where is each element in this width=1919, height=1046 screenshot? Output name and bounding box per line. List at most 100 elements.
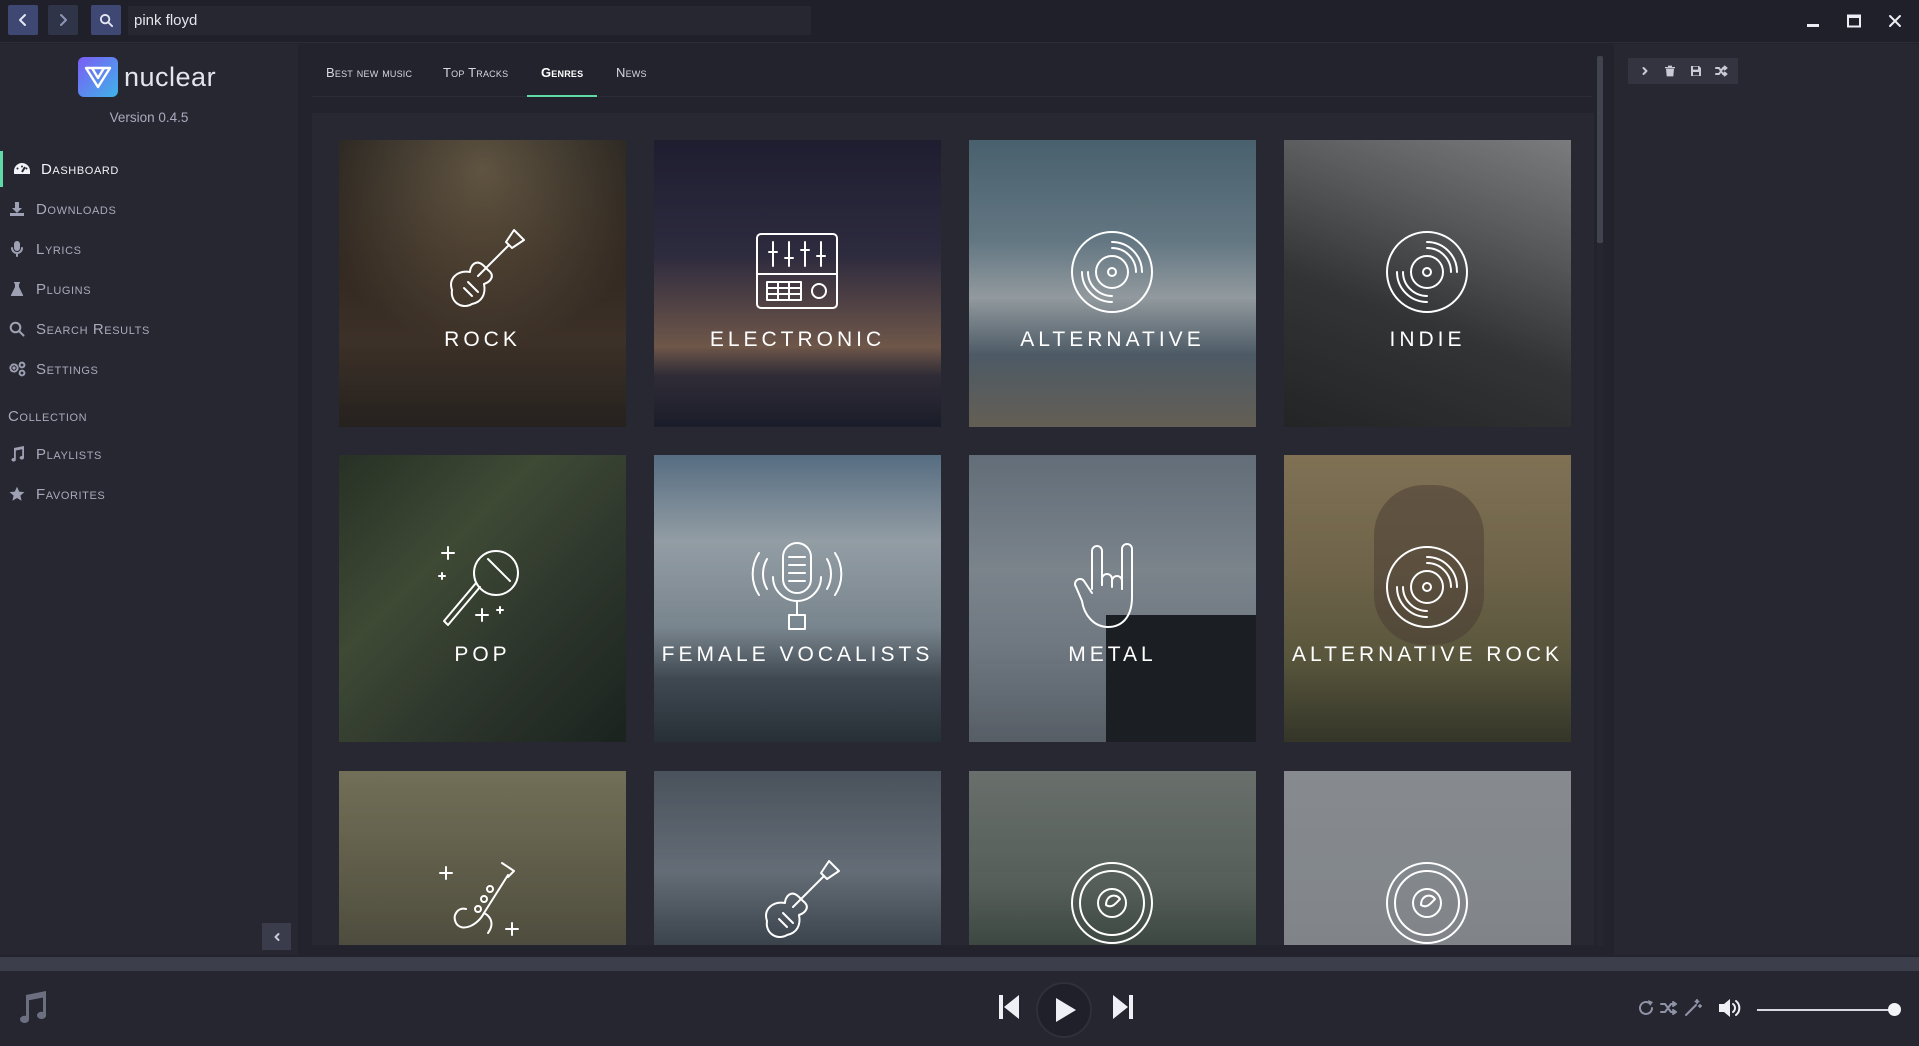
- sidebar-item-label: Settings: [36, 360, 99, 378]
- search-button[interactable]: [91, 5, 121, 35]
- genre-label: Alternative Rock: [1292, 643, 1563, 666]
- genre-tile-rock[interactable]: Rock: [339, 140, 626, 427]
- vinyl-icon: [1377, 222, 1477, 322]
- sidebar-item-favorites[interactable]: Favorites: [0, 476, 298, 512]
- genre-label: Alternative: [1020, 328, 1205, 351]
- genre-tile-indie[interactable]: Indie: [1284, 140, 1571, 427]
- sidebar-item-lyrics[interactable]: Lyrics: [0, 231, 298, 267]
- next-track-button[interactable]: [1107, 991, 1139, 1023]
- shuffle-icon: [1714, 65, 1728, 77]
- rock-hand-icon: [1062, 537, 1162, 637]
- genre-label: Metal: [1068, 643, 1157, 666]
- collection-heading: Collection: [8, 408, 88, 425]
- autoradio-button[interactable]: [1683, 998, 1703, 1018]
- chevron-right-icon: [60, 14, 67, 26]
- save-icon: [1690, 66, 1701, 76]
- scrollbar-thumb[interactable]: [1597, 56, 1603, 243]
- shuffle-queue-button[interactable]: [1711, 61, 1731, 81]
- tab-best-new-music[interactable]: Best new music: [312, 65, 426, 97]
- sidebar-item-label: Search Results: [36, 320, 150, 338]
- sidebar-item-label: Playlists: [36, 445, 102, 463]
- close-icon: [1889, 15, 1901, 27]
- sidebar-item-dashboard[interactable]: Dashboard: [0, 151, 298, 187]
- genre-tile-jazz[interactable]: [339, 771, 626, 945]
- magic-wand-icon: [1685, 999, 1702, 1016]
- vinyl-icon: [1062, 222, 1162, 322]
- music-note-icon: [16, 991, 48, 1025]
- back-button[interactable]: [8, 5, 38, 35]
- queue-toolbar: [1628, 58, 1738, 84]
- skip-forward-icon: [1113, 995, 1133, 1019]
- search-icon: [8, 320, 26, 338]
- microphone-stars-icon: [432, 537, 532, 637]
- main-content: Best new music Top Tracks Genres News Ro…: [298, 44, 1610, 955]
- collapse-queue-button[interactable]: [1635, 61, 1655, 81]
- top-bar: [0, 0, 1919, 43]
- shuffle-button[interactable]: [1659, 998, 1679, 1018]
- genre-label: Female Vocalists: [661, 643, 934, 666]
- cogs-icon: [8, 360, 26, 378]
- maximize-icon: [1847, 14, 1861, 28]
- genre-grid: Rock Electronic Alternative Indie: [312, 113, 1594, 945]
- sidebar-item-downloads[interactable]: Downloads: [0, 191, 298, 227]
- genre-tile-metal[interactable]: Metal: [969, 455, 1256, 742]
- dashboard-icon: [13, 160, 31, 178]
- chevron-left-icon: [274, 932, 279, 941]
- volume-icon[interactable]: [1718, 997, 1742, 1019]
- genre-tile-electronic[interactable]: Electronic: [654, 140, 941, 427]
- play-button[interactable]: [1036, 982, 1092, 1038]
- genre-label: Indie: [1389, 328, 1466, 351]
- minimize-icon: [1807, 24, 1819, 27]
- search-input[interactable]: [128, 6, 811, 35]
- tab-top-tracks[interactable]: Top Tracks: [429, 65, 522, 97]
- saxophone-icon: [432, 853, 532, 945]
- trash-icon: [1665, 65, 1676, 77]
- sidebar-item-plugins[interactable]: Plugins: [0, 271, 298, 307]
- sidebar: nuclear Version 0.4.5 Dashboard Download…: [0, 44, 298, 955]
- dashboard-tabs: Best new music Top Tracks Genres News: [312, 44, 1592, 97]
- genre-tile-classic-rock[interactable]: [654, 771, 941, 945]
- tab-news[interactable]: News: [602, 65, 661, 97]
- seek-bar[interactable]: [0, 957, 1919, 971]
- electric-guitar-icon: [747, 853, 847, 945]
- sidebar-item-playlists[interactable]: Playlists: [0, 436, 298, 472]
- download-icon: [8, 200, 26, 218]
- genre-tile-alternative[interactable]: Alternative: [969, 140, 1256, 427]
- record-icon: [1377, 853, 1477, 945]
- clear-queue-button[interactable]: [1660, 61, 1680, 81]
- genre-tile-alternative-rock[interactable]: Alternative Rock: [1284, 455, 1571, 742]
- sidebar-item-label: Downloads: [36, 200, 117, 218]
- microphone-icon: [8, 240, 26, 258]
- music-icon: [8, 445, 26, 463]
- app-logo: nuclear: [78, 57, 216, 97]
- genre-tile-pop[interactable]: Pop: [339, 455, 626, 742]
- sidebar-item-label: Plugins: [36, 280, 92, 298]
- maximize-button[interactable]: [1841, 9, 1867, 33]
- sidebar-item-label: Lyrics: [36, 240, 82, 258]
- sidebar-item-search-results[interactable]: Search Results: [0, 311, 298, 347]
- genre-tile-female-vocalists[interactable]: Female Vocalists: [654, 455, 941, 742]
- record-icon: [1062, 853, 1162, 945]
- save-queue-button[interactable]: [1686, 61, 1706, 81]
- close-button[interactable]: [1882, 9, 1908, 33]
- genre-tile-experimental[interactable]: [1284, 771, 1571, 945]
- play-icon: [1056, 998, 1076, 1022]
- star-icon: [8, 485, 26, 503]
- minimize-button[interactable]: [1800, 9, 1826, 33]
- electric-guitar-icon: [432, 222, 532, 322]
- volume-slider[interactable]: [1757, 1009, 1899, 1011]
- skip-back-icon: [999, 995, 1019, 1019]
- player-bar: [0, 971, 1919, 1046]
- chevron-right-icon: [1642, 67, 1648, 75]
- genre-tile-ambient[interactable]: [969, 771, 1256, 945]
- previous-track-button[interactable]: [993, 991, 1025, 1023]
- vinyl-icon: [1377, 537, 1477, 637]
- volume-slider-handle[interactable]: [1888, 1003, 1902, 1016]
- collapse-sidebar-button[interactable]: [262, 923, 291, 950]
- sidebar-item-settings[interactable]: Settings: [0, 351, 298, 387]
- genre-label: Electronic: [709, 328, 886, 351]
- forward-button[interactable]: [48, 5, 78, 35]
- genre-label: Rock: [444, 328, 521, 351]
- tab-genres[interactable]: Genres: [527, 65, 598, 97]
- repeat-button[interactable]: [1636, 998, 1656, 1018]
